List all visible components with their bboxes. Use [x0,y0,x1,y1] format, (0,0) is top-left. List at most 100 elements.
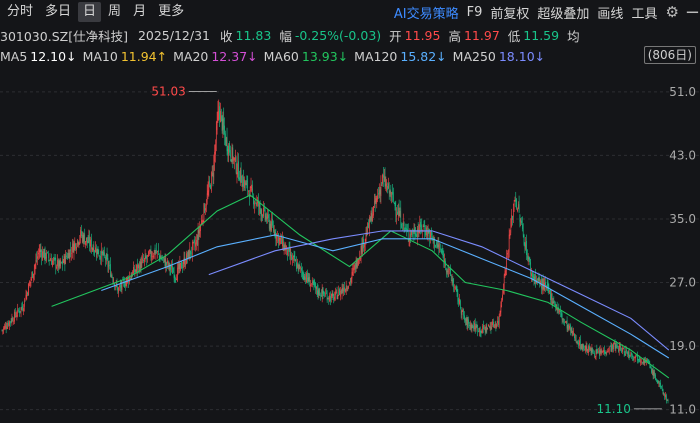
candle-body [351,271,353,279]
candle-body [516,199,517,209]
candle-body [34,264,36,269]
candle-body [343,289,344,292]
tab-monthly[interactable]: 月 [128,2,151,22]
candle-body [192,241,194,244]
candle-body [146,258,148,260]
candle-body [141,260,143,268]
candle-body [166,262,167,265]
candle-body [142,258,143,261]
candle-body [530,262,531,275]
candle-body [392,191,393,195]
ma-name: MA120 [354,48,398,64]
days-count-button[interactable]: (806日) [643,46,696,64]
candle-body [475,325,477,330]
candle-body [594,356,596,358]
candle-body [657,380,659,384]
ma-item-ma250: MA250 18.10↓ [453,49,545,64]
candle-body [54,258,56,260]
ai-strategy-button[interactable]: AI交易策略 [390,3,463,22]
candle-body [448,267,450,271]
candle-body [632,356,634,359]
draw-line-button[interactable]: 画线 [593,3,627,22]
tools-button[interactable]: 工具 [627,3,661,22]
tab-daily[interactable]: 日 [78,2,102,22]
candle-body [305,277,306,280]
candle-body [53,256,55,258]
candle-body [273,230,275,234]
y-tick-label: 11.0 [669,403,696,417]
candle-body [151,256,153,260]
candle-body [4,326,5,329]
candle-body [421,224,422,232]
candle-body [21,306,23,308]
candle-body [564,321,565,323]
candle-body [32,271,33,278]
candle-body [493,321,494,327]
candle-body [223,118,225,129]
stock-code: 301030.SZ[仕净科技] [0,28,128,44]
candle-body [661,386,663,391]
toolbar: 分时 多日 日 周 月 更多 AI交易策略 F9 前复权 超级叠加 画线 工具 … [0,0,700,24]
candle-body [6,327,8,329]
candle-body [105,257,106,261]
tab-more[interactable]: 更多 [153,2,189,22]
minus-icon[interactable]: − [685,2,700,23]
candle-body [460,309,462,314]
candle-body [49,259,51,261]
candle-body [551,293,552,300]
candle-body [591,348,593,353]
candle-body [23,308,24,312]
super-overlay-button[interactable]: 超级叠加 [533,3,593,22]
candle-body [173,271,175,279]
candle-body [174,276,176,278]
candle-body [298,264,300,270]
candle-body [56,266,57,269]
candle-body [191,243,193,256]
candle-body [88,236,90,242]
candle-body [341,287,343,294]
candle-body [487,327,488,330]
candle-body [578,342,579,346]
candle-body [96,249,97,255]
candle-body [306,271,308,280]
candle-body [25,294,27,301]
candle-body [251,188,253,190]
candle-body [119,286,120,287]
candle-body [82,234,84,243]
candle-body [300,267,301,268]
candle-body [73,243,75,253]
candle-body [322,287,324,294]
candle-body [84,234,86,244]
forward-adjust-button[interactable]: 前复权 [486,3,533,22]
candle-body [244,179,245,189]
candle-body [440,248,441,250]
tab-weekly[interactable]: 周 [103,2,126,22]
tab-intraday[interactable]: 分时 [2,2,38,22]
candle-body [111,274,113,278]
candle-body [494,324,496,325]
candle-body [374,200,376,204]
candle-body [502,294,503,301]
candle-body [643,361,645,364]
candle-body [414,228,416,236]
tab-multi-day[interactable]: 多日 [40,2,76,22]
candle-body [40,249,42,252]
candle-body [574,333,575,339]
candle-body [348,285,349,289]
ma-value: 11.94 [120,48,157,64]
candle-body [144,255,146,260]
candle-body [81,231,82,237]
candle-body [50,260,52,262]
candle-body [522,229,524,236]
candle-body [526,241,527,256]
candle-body [140,261,142,269]
candle-body [297,264,298,268]
candle-body [314,283,316,285]
kline-chart[interactable]: 51.0 43.0 35.0 27.0 19.0 11.0 51.03 11.10 [0,66,700,423]
candle-body [262,215,263,218]
candle-body [460,300,461,308]
candle-body [86,237,87,242]
f9-button[interactable]: F9 [463,5,487,20]
gear-icon[interactable]: ⚙ [665,3,678,21]
candle-body [579,340,580,346]
